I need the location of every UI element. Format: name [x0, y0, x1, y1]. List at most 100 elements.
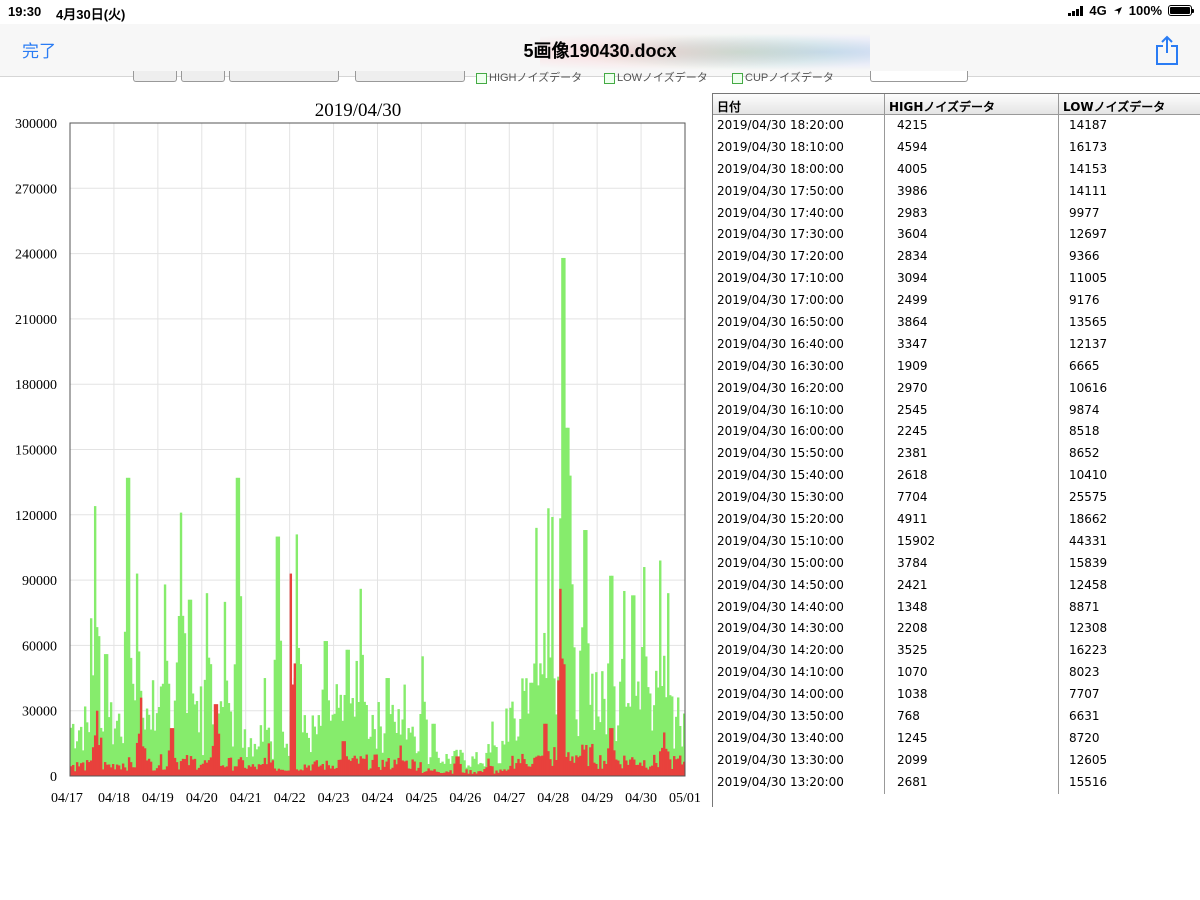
cell-high: 2245 — [885, 421, 1059, 444]
table-row[interactable]: 2019/04/30 13:20:00 2681 15516 — [713, 771, 1200, 794]
x-axis-ticks: 04/17 04/18 04/19 04/20 04/21 04/22 04/23 04/24… — [51, 791, 701, 806]
high-noise-checkbox[interactable]: HIGHノイズデータ — [476, 69, 582, 85]
x-tick-label: 04/21 — [230, 791, 262, 806]
table-row[interactable]: 2019/04/30 15:30:00 7704 25575 — [713, 487, 1200, 510]
cell-low: 14111 — [1059, 181, 1200, 203]
x-tick-label: 04/29 — [581, 791, 613, 806]
y-tick-label: 150000 — [15, 444, 57, 459]
checkbox-label: CUPノイズデータ — [745, 72, 834, 84]
x-tick-label: 04/24 — [362, 791, 394, 806]
toolbar-button[interactable] — [181, 71, 225, 82]
table-row[interactable]: 2019/04/30 16:00:00 2245 8518 — [713, 421, 1200, 444]
checkbox-icon — [476, 72, 487, 84]
x-tick-label: 04/17 — [51, 791, 83, 806]
cell-low: 8023 — [1059, 662, 1200, 684]
cell-date: 2019/04/30 17:30:00 — [713, 224, 885, 247]
cell-low: 8871 — [1059, 597, 1200, 619]
table-row[interactable]: 2019/04/30 14:10:00 1070 8023 — [713, 662, 1200, 685]
column-header-low[interactable]: LOWノイズデータ — [1059, 94, 1200, 114]
cell-date: 2019/04/30 18:10:00 — [713, 136, 885, 159]
cell-date: 2019/04/30 15:30:00 — [713, 487, 885, 510]
table-row[interactable]: 2019/04/30 17:50:00 3986 14111 — [713, 180, 1200, 203]
cell-high: 3986 — [885, 180, 1059, 203]
y-tick-label: 180000 — [15, 378, 57, 393]
table-row[interactable]: 2019/04/30 16:50:00 3864 13565 — [713, 312, 1200, 334]
table-row[interactable]: 2019/04/30 15:50:00 2381 8652 — [713, 443, 1200, 466]
cell-high: 3525 — [885, 640, 1059, 663]
cell-high: 2681 — [885, 771, 1059, 794]
table-row[interactable]: 2019/04/30 17:00:00 2499 9176 — [713, 290, 1200, 313]
cell-high: 4215 — [885, 115, 1059, 137]
cell-low: 12458 — [1059, 575, 1200, 597]
cell-date: 2019/04/30 17:00:00 — [713, 290, 885, 313]
cell-date: 2019/04/30 18:00:00 — [713, 158, 885, 181]
cell-low: 9366 — [1059, 246, 1200, 268]
cell-date: 2019/04/30 18:20:00 — [713, 115, 885, 137]
table-row[interactable]: 2019/04/30 13:50:00 768 6631 — [713, 706, 1200, 728]
table-row[interactable]: 2019/04/30 15:10:00 15902 44331 — [713, 530, 1200, 553]
x-tick-label: 04/19 — [142, 791, 174, 806]
column-header-high[interactable]: HIGHノイズデータ — [885, 94, 1059, 114]
toolbar-field[interactable] — [870, 71, 968, 82]
cell-low: 16223 — [1059, 640, 1200, 662]
battery-icon — [1168, 5, 1194, 16]
table-row[interactable]: 2019/04/30 14:50:00 2421 12458 — [713, 574, 1200, 597]
toolbar-button[interactable] — [355, 71, 465, 82]
cell-date: 2019/04/30 15:10:00 — [713, 530, 885, 553]
cup-noise-checkbox[interactable]: CUPノイズデータ — [732, 69, 834, 85]
y-tick-label: 210000 — [15, 313, 57, 328]
table-row[interactable]: 2019/04/30 16:40:00 3347 12137 — [713, 333, 1200, 356]
cell-high: 7704 — [885, 487, 1059, 510]
cell-high: 3094 — [885, 268, 1059, 291]
table-row[interactable]: 2019/04/30 17:30:00 3604 12697 — [713, 224, 1200, 247]
cell-high: 2381 — [885, 443, 1059, 466]
done-button[interactable]: 完了 — [22, 37, 56, 62]
checkbox-label: LOWノイズデータ — [617, 72, 708, 84]
table-row[interactable]: 2019/04/30 13:40:00 1245 8720 — [713, 727, 1200, 750]
cell-high: 1909 — [885, 355, 1059, 378]
cell-low: 14153 — [1059, 159, 1200, 181]
table-row[interactable]: 2019/04/30 16:30:00 1909 6665 — [713, 355, 1200, 378]
table-row[interactable]: 2019/04/30 15:00:00 3784 15839 — [713, 552, 1200, 575]
table-row[interactable]: 2019/04/30 17:10:00 3094 11005 — [713, 268, 1200, 291]
table-row[interactable]: 2019/04/30 15:40:00 2618 10410 — [713, 465, 1200, 488]
status-bar: 19:30 4月30日(火) 4G 100% — [0, 0, 1200, 24]
cell-date: 2019/04/30 17:40:00 — [713, 202, 885, 225]
table-row[interactable]: 2019/04/30 16:20:00 2970 10616 — [713, 377, 1200, 400]
cell-low: 12308 — [1059, 618, 1200, 640]
x-tick-label: 04/20 — [186, 791, 218, 806]
cell-date: 2019/04/30 17:10:00 — [713, 268, 885, 291]
x-tick-label: 05/01 — [669, 791, 701, 806]
cell-high: 2618 — [885, 465, 1059, 488]
cell-date: 2019/04/30 15:20:00 — [713, 509, 885, 531]
data-table[interactable]: 日付 HIGHノイズデータ LOWノイズデータ 2019/04/30 18:20… — [712, 93, 1200, 807]
cell-low: 7707 — [1059, 684, 1200, 706]
table-row[interactable]: 2019/04/30 13:30:00 2099 12605 — [713, 749, 1200, 772]
table-row[interactable]: 2019/04/30 18:00:00 4005 14153 — [713, 158, 1200, 181]
table-row[interactable]: 2019/04/30 18:20:00 4215 14187 — [713, 115, 1200, 137]
table-row[interactable]: 2019/04/30 16:10:00 2545 9874 — [713, 399, 1200, 422]
cell-low: 16173 — [1059, 137, 1200, 159]
table-header: 日付 HIGHノイズデータ LOWノイズデータ — [713, 94, 1200, 115]
noise-chart: 2019/04/30 0 30000 60000 90000 120000 150000 1… — [15, 100, 701, 806]
table-row[interactable]: 2019/04/30 18:10:00 4594 16173 — [713, 136, 1200, 159]
table-row[interactable]: 2019/04/30 14:30:00 2208 12308 — [713, 618, 1200, 641]
cell-low: 8518 — [1059, 421, 1200, 443]
share-icon[interactable] — [1154, 34, 1180, 66]
cell-low: 6665 — [1059, 356, 1200, 378]
cell-low: 44331 — [1059, 531, 1200, 553]
cell-date: 2019/04/30 15:50:00 — [713, 443, 885, 466]
toolbar-button[interactable] — [133, 71, 177, 82]
table-row[interactable]: 2019/04/30 17:40:00 2983 9977 — [713, 202, 1200, 225]
y-tick-label: 270000 — [15, 182, 57, 197]
table-row[interactable]: 2019/04/30 14:40:00 1348 8871 — [713, 596, 1200, 619]
low-noise-checkbox[interactable]: LOWノイズデータ — [604, 69, 708, 85]
table-row[interactable]: 2019/04/30 15:20:00 4911 18662 — [713, 509, 1200, 531]
y-tick-label: 300000 — [15, 117, 57, 132]
table-row[interactable]: 2019/04/30 14:00:00 1038 7707 — [713, 684, 1200, 707]
table-row[interactable]: 2019/04/30 17:20:00 2834 9366 — [713, 246, 1200, 269]
column-header-date[interactable]: 日付 — [713, 94, 885, 114]
cell-low: 14187 — [1059, 115, 1200, 137]
toolbar-button[interactable] — [229, 71, 339, 82]
table-row[interactable]: 2019/04/30 14:20:00 3525 16223 — [713, 640, 1200, 663]
